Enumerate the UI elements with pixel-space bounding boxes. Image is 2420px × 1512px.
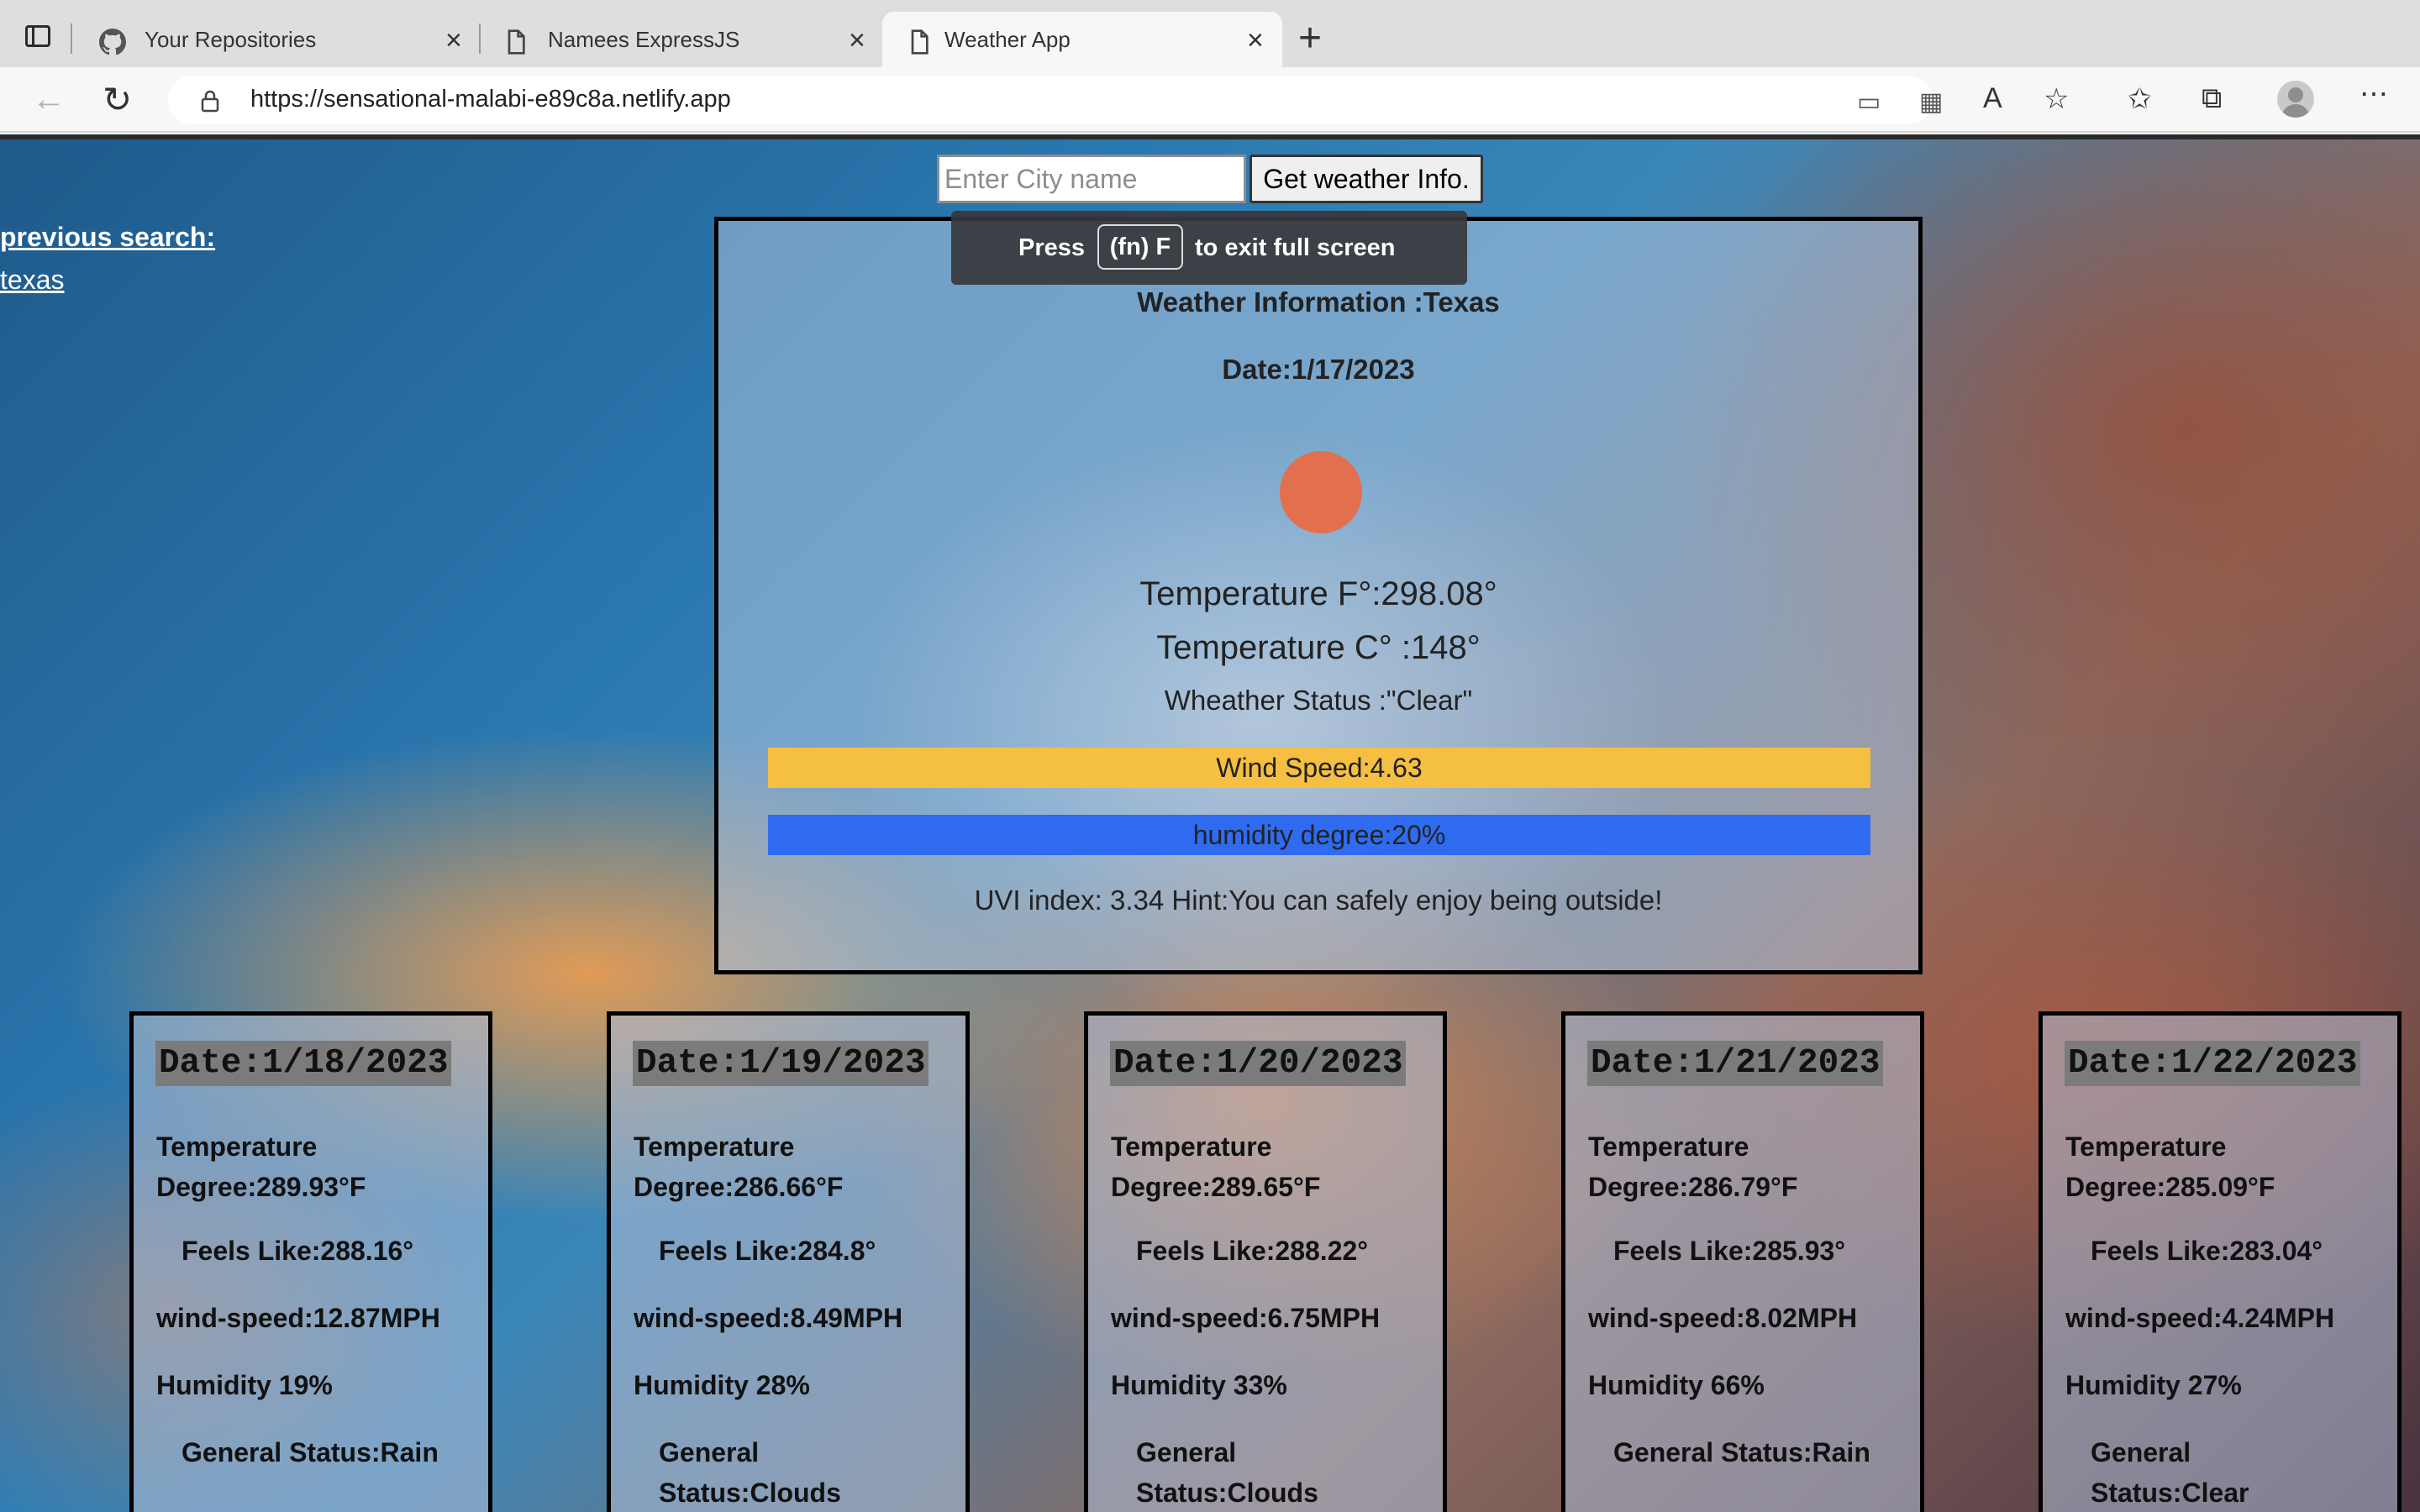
sun-icon xyxy=(1280,451,1362,533)
divider xyxy=(0,134,2420,139)
current-date: Date:1/17/2023 xyxy=(1222,354,1415,385)
page-viewport: Get weather Info. previous search: texas… xyxy=(0,134,2420,1512)
forecast-humidity: Humidity 19% xyxy=(156,1370,333,1400)
forecast-card: Date:1/21/2023 Temperature Degree:286.79… xyxy=(1561,1011,1924,1512)
forecast-status: General Status:Clouds xyxy=(1136,1437,1318,1508)
forecast-temperature: Temperature Degree:289.93°F xyxy=(156,1131,366,1202)
forecast-wind-speed: wind-speed:4.24MPH xyxy=(2065,1303,2335,1333)
forecast-temperature: Temperature Degree:289.65°F xyxy=(1111,1131,1321,1202)
github-icon xyxy=(99,29,126,55)
humidity-bar: humidity degree:20% xyxy=(768,815,1870,855)
close-icon[interactable]: × xyxy=(849,24,865,57)
forecast-humidity: Humidity 27% xyxy=(2065,1370,2242,1400)
more-menu-icon[interactable]: ⋯ xyxy=(2360,77,2388,111)
previous-search-title: previous search: xyxy=(0,222,216,252)
tab-your-repositories[interactable]: Your Repositories × xyxy=(76,12,471,67)
weather-title: Weather Information :Texas xyxy=(1137,286,1500,318)
new-tab-icon[interactable]: + xyxy=(1298,18,1322,59)
toast-message: to exit full screen xyxy=(1195,234,1396,261)
add-favorite-icon[interactable]: ☆ xyxy=(2044,82,2069,116)
forecast-card: Date:1/22/2023 Temperature Degree:285.09… xyxy=(2039,1011,2402,1512)
forecast-status: General Status:Clear xyxy=(2091,1437,2249,1508)
tab-bar: Your Repositories × Namees ExpressJS × W… xyxy=(0,0,2420,67)
temperature-c: Temperature C° :148° xyxy=(1156,629,1481,666)
forecast-temperature: Temperature Degree:285.09°F xyxy=(2065,1131,2275,1202)
forecast-wind-speed: wind-speed:8.49MPH xyxy=(634,1303,903,1333)
forecast-card: Date:1/18/2023 Temperature Degree:289.93… xyxy=(129,1011,492,1512)
forecast-status: General Status:Rain xyxy=(182,1437,439,1467)
forecast-feels-like: Feels Like:285.93° xyxy=(1613,1236,1846,1266)
tab-actions-icon[interactable] xyxy=(25,25,50,47)
page-icon xyxy=(911,29,929,55)
forecast-temperature: Temperature Degree:286.66°F xyxy=(634,1131,844,1202)
tab-title: Namees ExpressJS xyxy=(548,27,740,52)
tab-separator xyxy=(71,24,72,54)
lock-icon xyxy=(201,90,219,113)
wind-speed-bar: Wind Speed:4.63 xyxy=(768,748,1870,788)
read-aloud-icon[interactable]: A xyxy=(1983,82,2002,115)
forecast-date: Date:1/22/2023 xyxy=(2065,1041,2361,1086)
forecast-feels-like: Feels Like:283.04° xyxy=(2091,1236,2323,1266)
reload-icon[interactable]: ↻ xyxy=(103,79,132,120)
forecast-card: Date:1/20/2023 Temperature Degree:289.65… xyxy=(1084,1011,1447,1512)
favorites-icon[interactable]: ✩ xyxy=(2128,82,2152,116)
uvi-index: UVI index: 3.34 Hint:You can safely enjo… xyxy=(974,885,1663,916)
toast-press: Press xyxy=(1018,234,1086,261)
forecast-temperature: Temperature Degree:286.79°F xyxy=(1588,1131,1798,1202)
tab-weather-app[interactable]: Weather App × xyxy=(882,12,1282,67)
tab-title: Weather App xyxy=(944,27,1071,52)
weather-status: Wheather Status :"Clear" xyxy=(1164,685,1473,716)
forecast-date: Date:1/20/2023 xyxy=(1110,1041,1407,1086)
forecast-wind-speed: wind-speed:6.75MPH xyxy=(1111,1303,1381,1333)
forecast-feels-like: Feels Like:288.16° xyxy=(182,1236,414,1266)
forecast-card: Date:1/19/2023 Temperature Degree:286.66… xyxy=(607,1011,970,1512)
tab-title: Your Repositories xyxy=(145,27,317,52)
browser-toolbar: ← ↻ https://sensational-malabi-e89c8a.ne… xyxy=(0,67,2420,133)
tab-namees-expressjs[interactable]: Namees ExpressJS × xyxy=(479,12,874,67)
collections-icon[interactable]: ⧉ xyxy=(2202,82,2222,115)
forecast-humidity: Humidity 33% xyxy=(1111,1370,1287,1400)
forecast-humidity: Humidity 28% xyxy=(634,1370,810,1400)
forecast-wind-speed: wind-speed:8.02MPH xyxy=(1588,1303,1858,1333)
previous-search: previous search: texas xyxy=(0,222,215,296)
address-bar[interactable]: https://sensational-malabi-e89c8a.netlif… xyxy=(168,76,1943,124)
current-weather-card: Weather Information :Texas Date:1/17/202… xyxy=(714,217,1923,974)
get-weather-button[interactable]: Get weather Info. xyxy=(1249,155,1483,203)
city-search-input[interactable] xyxy=(937,155,1246,203)
close-icon[interactable]: × xyxy=(1247,24,1264,57)
back-arrow-icon[interactable]: ← xyxy=(32,81,66,118)
forecast-date: Date:1/19/2023 xyxy=(633,1041,929,1086)
fullscreen-toast: Press (fn) F to exit full screen xyxy=(951,211,1467,285)
forecast-humidity: Humidity 66% xyxy=(1588,1370,1765,1400)
forecast-wind-speed: wind-speed:12.87MPH xyxy=(156,1303,440,1333)
profile-avatar[interactable] xyxy=(2277,81,2314,118)
forecast-status: General Status:Rain xyxy=(1613,1437,1870,1467)
device-icon[interactable]: ▭ xyxy=(1857,87,1881,117)
close-icon[interactable]: × xyxy=(445,24,462,57)
toast-key: (fn) F xyxy=(1097,224,1183,270)
url-text[interactable]: https://sensational-malabi-e89c8a.netlif… xyxy=(250,86,731,113)
page-icon xyxy=(508,29,525,55)
previous-search-link[interactable]: texas xyxy=(0,265,215,296)
forecast-date: Date:1/18/2023 xyxy=(155,1041,452,1086)
forecast-date: Date:1/21/2023 xyxy=(1587,1041,1884,1086)
app-available-icon[interactable]: ▦ xyxy=(1919,87,1943,117)
forecast-status: General Status:Clouds xyxy=(659,1437,841,1508)
forecast-feels-like: Feels Like:288.22° xyxy=(1136,1236,1369,1266)
temperature-f: Temperature F°:298.08° xyxy=(1139,575,1497,612)
forecast-feels-like: Feels Like:284.8° xyxy=(659,1236,876,1266)
